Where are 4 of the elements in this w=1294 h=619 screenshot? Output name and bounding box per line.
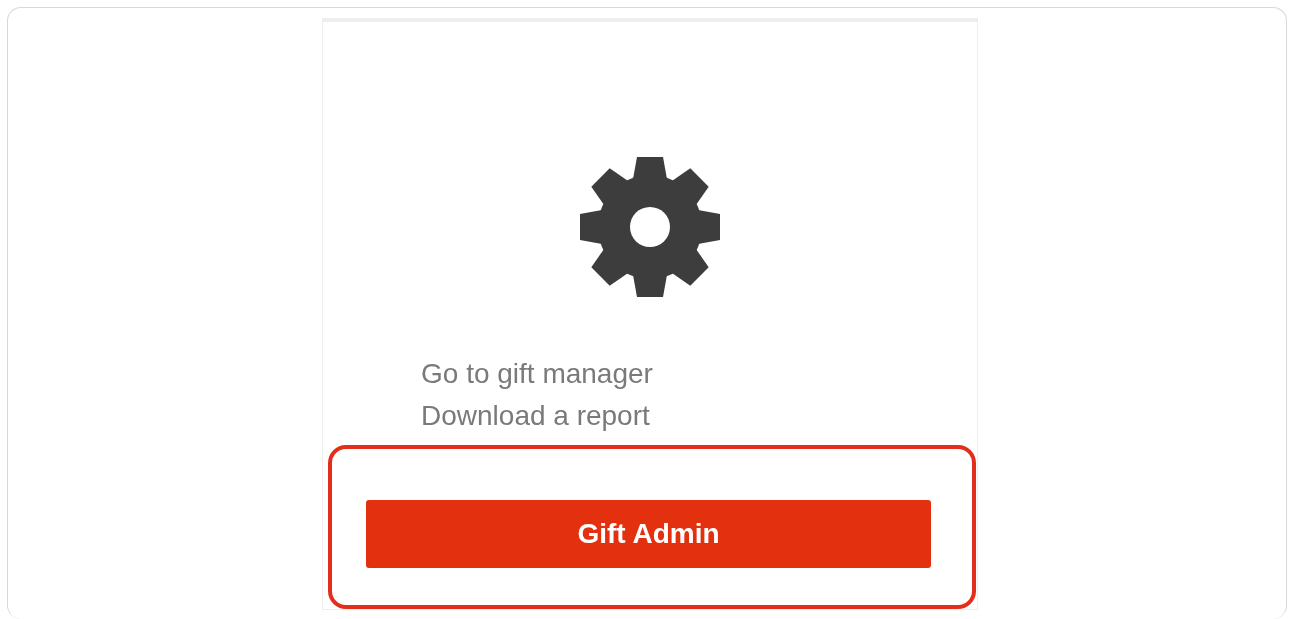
link[interactable]: Download a report — [421, 395, 650, 437]
link[interactable]: Go to gift manager — [421, 353, 653, 395]
settings-icon — [580, 157, 720, 297]
gift-admin-button[interactable]: Gift Admin — [366, 500, 931, 568]
